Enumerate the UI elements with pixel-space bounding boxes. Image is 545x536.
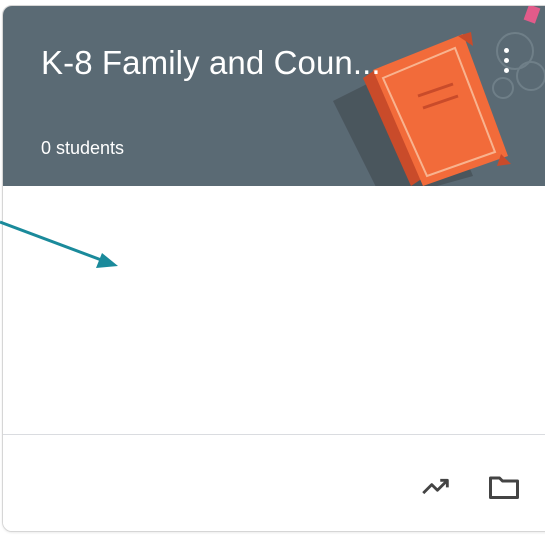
class-title[interactable]: K-8 Family and Coun... [41,44,381,82]
book-illustration [333,6,545,186]
folder-icon[interactable] [486,469,522,505]
menu-dot [503,67,509,73]
annotation-arrow [0,220,118,268]
class-card-footer [3,434,545,531]
class-card-header[interactable]: K-8 Family and Coun... 0 students [3,6,545,186]
menu-dot [503,47,509,53]
more-vertical-icon[interactable] [491,40,521,80]
trending-up-icon[interactable] [419,469,453,503]
menu-dot [503,57,509,63]
student-count: 0 students [41,138,125,158]
